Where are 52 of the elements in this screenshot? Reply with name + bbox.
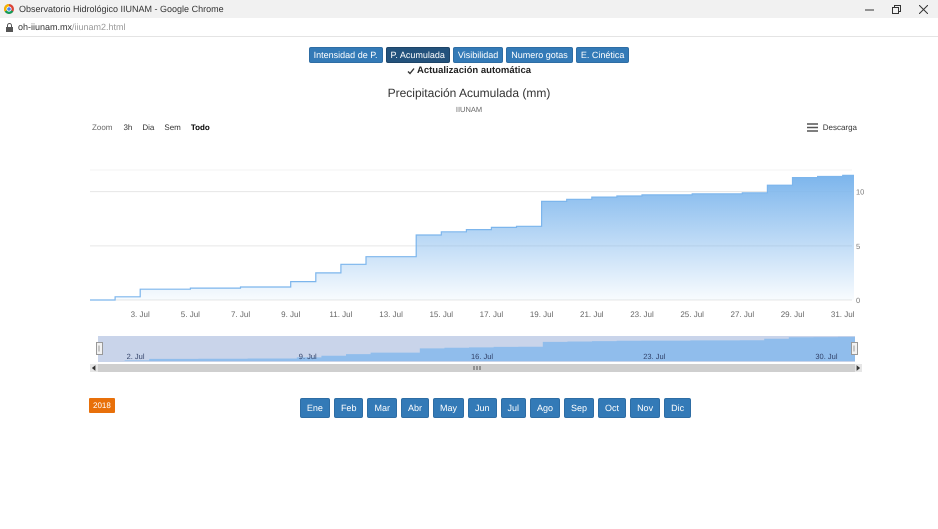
data-tab[interactable]: E. Cinética	[576, 47, 630, 63]
close-icon[interactable]	[919, 4, 928, 14]
x-axis-label: 21. Jul	[580, 310, 604, 319]
month-button[interactable]: Dic	[664, 398, 692, 418]
zoom-button[interactable]: Dia	[138, 122, 158, 132]
month-button[interactable]: Feb	[334, 398, 364, 418]
month-button[interactable]: Jul	[500, 398, 526, 418]
data-tab[interactable]: P. Acumulada	[386, 47, 450, 63]
data-tab[interactable]: Visibilidad	[452, 47, 504, 63]
browser-logo-icon	[4, 4, 14, 14]
x-axis-label: 11. Jul	[329, 310, 352, 319]
window-title: Observatorio Hidrológico IIUNAM - Google Chrome	[19, 4, 224, 14]
month-button[interactable]: Oct	[598, 398, 626, 418]
month-button[interactable]: Nov	[630, 398, 660, 418]
month-button[interactable]: May	[432, 398, 464, 418]
navigator-handle[interactable]	[96, 342, 103, 355]
x-axis-label: 13. Jul	[379, 310, 403, 319]
year-badge: 2018	[89, 398, 115, 413]
zoom-label: Zoom	[92, 122, 112, 132]
navigator-handle[interactable]	[851, 342, 858, 355]
x-axis-label: 17. Jul	[480, 310, 504, 319]
month-button[interactable]: Abr	[400, 398, 429, 418]
x-axis-label: 5. Jul	[180, 310, 200, 319]
address-bar-url[interactable]: oh-iiunam.mx/iiunam2.html	[18, 22, 126, 32]
x-axis-label: 31. Jul	[830, 310, 854, 319]
x-axis-label: 23. Jul	[630, 310, 654, 319]
x-axis-label: 9. Jul	[281, 310, 300, 319]
menu-icon	[806, 122, 818, 132]
x-axis-label: 7. Jul	[230, 310, 250, 319]
zoom-button[interactable]: Todo	[186, 122, 214, 132]
x-axis-label: 19. Jul	[530, 310, 554, 319]
month-button[interactable]: Ene	[300, 398, 330, 418]
lock-icon	[6, 22, 13, 32]
month-button[interactable]: Jun	[468, 398, 496, 418]
scrollbar[interactable]	[90, 364, 862, 372]
x-axis-label: 3. Jul	[130, 310, 150, 319]
chart-title: Precipitación Acumulada (mm)	[386, 86, 552, 100]
x-axis-label: 25. Jul	[680, 310, 704, 319]
month-button[interactable]: Mar	[367, 398, 397, 418]
x-axis-label: 27. Jul	[730, 310, 754, 319]
x-axis-label: 29. Jul	[780, 310, 804, 319]
checkbox-label: Actualización automática	[416, 65, 532, 76]
data-tab[interactable]: Intensidad de P.	[308, 47, 383, 63]
zoom-button[interactable]: 3h	[119, 122, 136, 132]
month-button[interactable]: Ago	[530, 398, 560, 418]
month-button[interactable]: Sep	[564, 398, 594, 418]
zoom-button[interactable]: Sem	[160, 122, 185, 132]
download-menu-button[interactable]: Descarga	[802, 122, 861, 132]
x-axis-label: 15. Jul	[429, 310, 454, 319]
checkbox[interactable]	[406, 66, 415, 74]
restore-icon[interactable]	[892, 4, 901, 14]
data-tab[interactable]: Numero gotas	[506, 47, 573, 63]
